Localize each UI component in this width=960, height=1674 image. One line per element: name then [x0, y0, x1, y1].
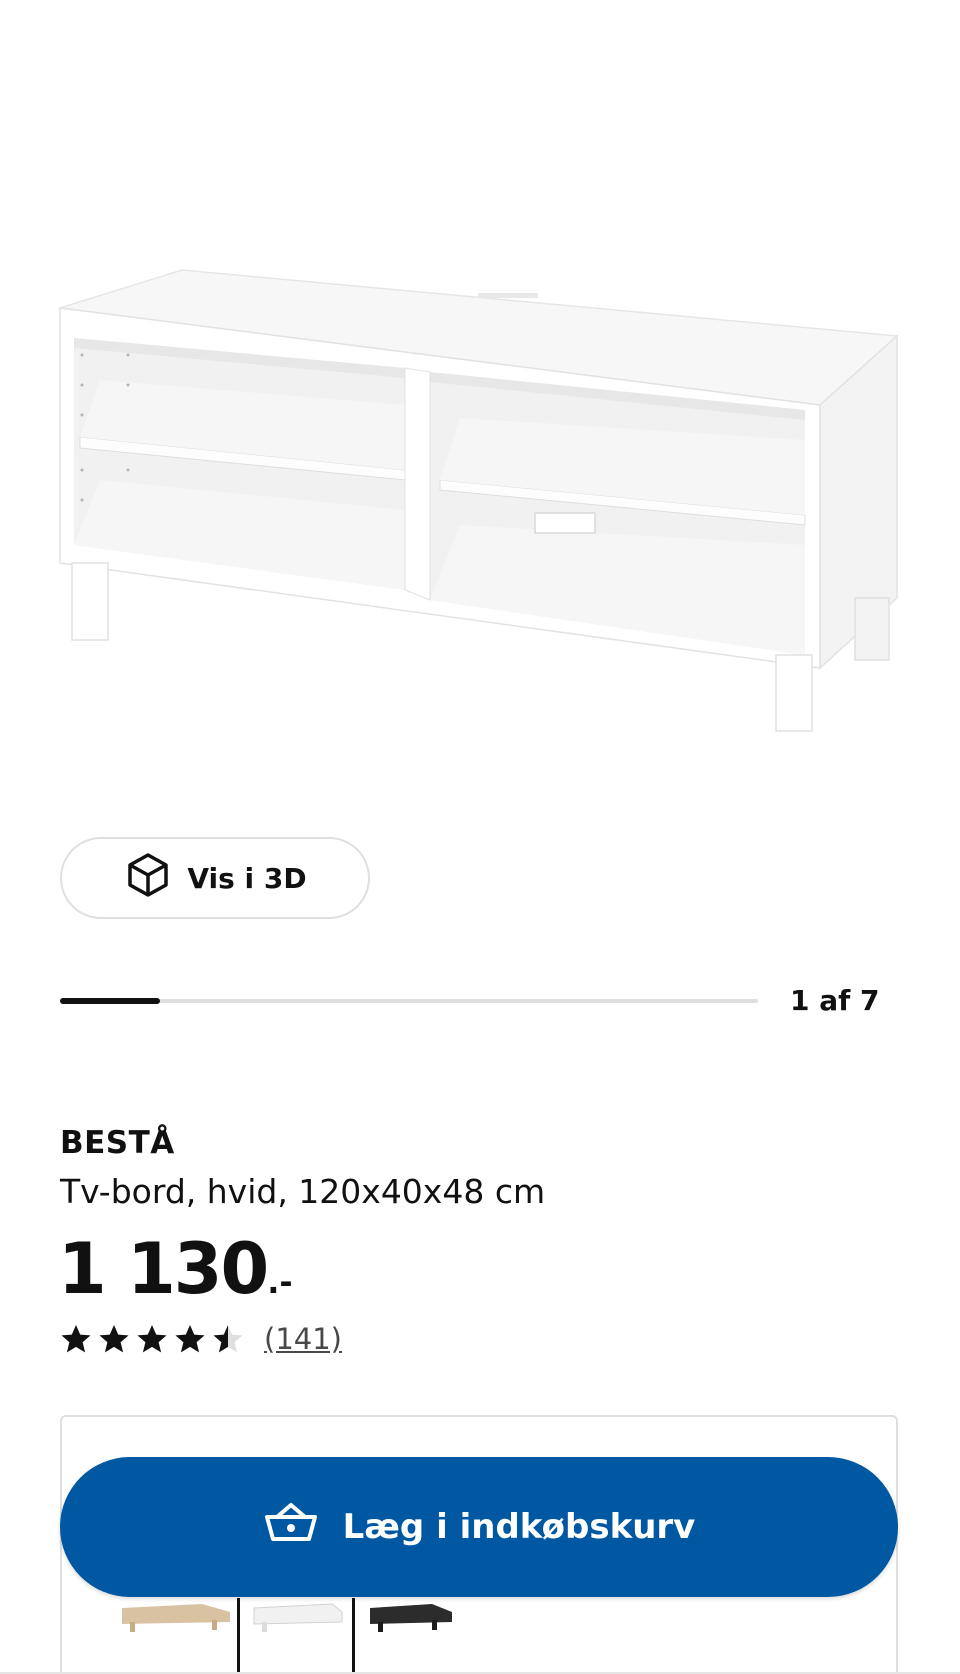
- swatch-divider: [237, 1598, 240, 1674]
- star-icon: [137, 1325, 167, 1353]
- price-main: 1 130: [58, 1228, 269, 1310]
- color-swatches[interactable]: [112, 1598, 462, 1674]
- product-description: Tv-bord, hvid, 120x40x48 cm: [60, 1172, 546, 1211]
- swatch-divider: [352, 1598, 355, 1674]
- add-to-cart-button[interactable]: Læg i indkøbskurv: [60, 1457, 898, 1597]
- basket-icon: [263, 1501, 319, 1554]
- review-count-link[interactable]: (141): [264, 1322, 342, 1356]
- gallery-progress-fill: [60, 998, 160, 1004]
- product-price: 1 130.-: [58, 1228, 293, 1310]
- star-icon: [175, 1325, 205, 1353]
- swatch-white[interactable]: [253, 1603, 343, 1632]
- view-in-3d-button[interactable]: Vis i 3D: [60, 837, 370, 919]
- star-icon: [99, 1325, 129, 1353]
- half-star-icon: [213, 1325, 243, 1353]
- price-suffix: .-: [267, 1263, 293, 1301]
- view-in-3d-label: Vis i 3D: [187, 861, 307, 895]
- rating-stars: [60, 1323, 244, 1355]
- add-to-cart-label: Læg i indkøbskurv: [342, 1507, 696, 1547]
- swatch-oak[interactable]: [122, 1604, 230, 1632]
- swatch-black-brown[interactable]: [370, 1604, 452, 1632]
- product-image[interactable]: [0, 0, 960, 800]
- star-icon: [61, 1325, 91, 1353]
- cube-3d-icon: [123, 850, 173, 907]
- product-rating[interactable]: (141): [60, 1322, 342, 1356]
- product-name: BESTÅ: [60, 1125, 175, 1161]
- gallery-page-counter: 1 af 7: [790, 984, 880, 1017]
- gallery-progress-bar: [60, 998, 758, 1004]
